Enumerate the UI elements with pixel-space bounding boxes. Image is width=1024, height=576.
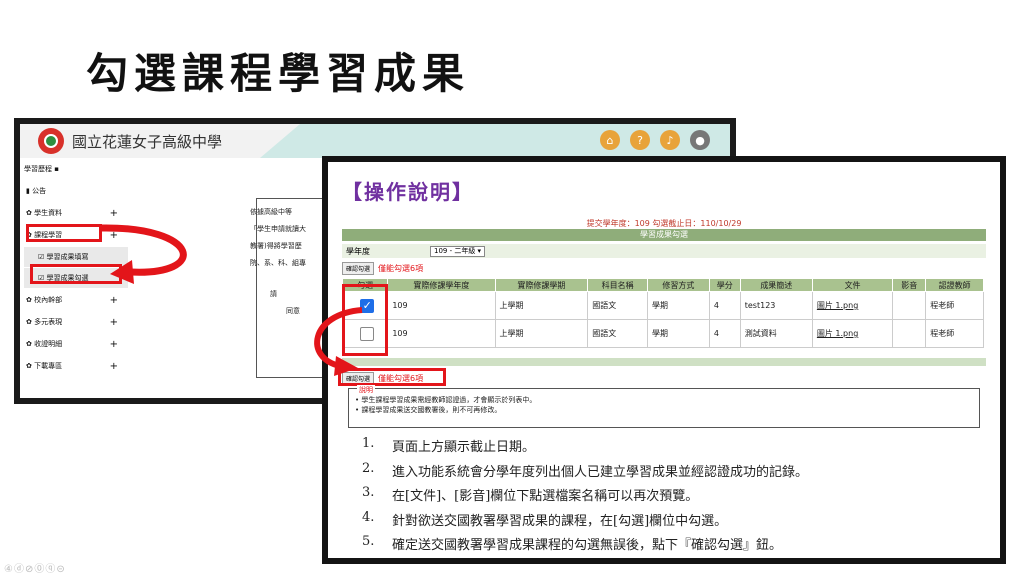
year-select[interactable]: 109 - 二年級 ▾ xyxy=(430,245,486,257)
confirm-row-top: 確認勾選 僅能勾選6項 xyxy=(342,262,423,275)
user-icon[interactable]: ● xyxy=(690,130,710,150)
steps-list: 1. 頁面上方顯示截止日期。 2. 進入功能系統會分學年度列出個人已建立學習成果並經… xyxy=(362,436,808,559)
help-icon[interactable]: ? xyxy=(630,130,650,150)
col-header: 實際修課學年度 xyxy=(387,278,496,292)
site-header: 國立花蓮女子高級中學 ⌂ ? ♪ ● xyxy=(20,124,730,158)
col-header: 學分 xyxy=(708,278,741,292)
curved-arrow-icon xyxy=(99,224,187,284)
notes-label: 說明 xyxy=(357,385,375,395)
sound-icon[interactable]: ♪ xyxy=(660,130,680,150)
table-row: ✓ 109 上學期 國語文 學期 4 test123 圖片 1.png 程老師 xyxy=(341,291,984,320)
front-screenshot: 【操作說明】 提交學年度：109 勾選截止日：110/10/29 學習成果勾選 … xyxy=(322,156,1006,564)
operation-title: 【操作說明】 xyxy=(342,180,474,204)
table-footer-band xyxy=(342,358,986,366)
note-item: • 學生課程學習成果需經教師認證過，才會顯示於列表中。 xyxy=(355,396,537,404)
limit-text: 僅能勾選6項 xyxy=(378,264,424,273)
table-header-row: 勾選 實際修課學年度 實際修課學期 科目名稱 修習方式 學分 成果簡述 文件 影… xyxy=(341,278,984,292)
home-icon[interactable]: ⌂ xyxy=(600,130,620,150)
sidebar-item-downloads[interactable]: ✿ 下載專區 + xyxy=(20,355,132,377)
col-header: 認證教師 xyxy=(925,278,984,292)
slide-nav-controls[interactable]: ④ⓓ⊘⓪ⓠ⊝ xyxy=(4,560,66,575)
table-caption: 學習成果勾選 xyxy=(342,229,986,241)
sidebar-item-certificates[interactable]: ✿ 收證明細 + xyxy=(20,333,132,355)
slide-title: 勾選課程學習成果 xyxy=(86,49,471,98)
file-link[interactable]: 圖片 1.png xyxy=(811,291,894,320)
file-link[interactable]: 圖片 1.png xyxy=(811,319,894,348)
step-item: 4. 針對欲送交國教署學習成果的課程，在[勾選]欄位中勾選。 xyxy=(362,509,728,529)
sidebar-item-announcement[interactable]: ▮ 公告 xyxy=(20,180,132,202)
school-logo xyxy=(38,128,64,154)
confirm-select-button[interactable]: 確認勾選 xyxy=(342,262,375,275)
sidebar-item-diverse-performance[interactable]: ✿ 多元表現 + xyxy=(20,311,132,333)
col-header: 科目名稱 xyxy=(587,278,649,292)
table-row: 109 上學期 國語文 學期 4 測試資料 圖片 1.png 程老師 xyxy=(341,319,984,348)
deadline-text: 提交學年度：109 勾選截止日：110/10/29 xyxy=(586,219,742,228)
col-header: 成果簡述 xyxy=(739,278,813,292)
col-header: 影音 xyxy=(892,278,927,292)
col-header: 文件 xyxy=(811,278,894,292)
notes-box: 說明 • 學生課程學習成果需經教師認證過，才會顯示於列表中。 • 課程學習成果送… xyxy=(348,385,980,428)
step-item: 3. 在[文件]、[影音]欄位下點選檔案名稱可以再次預覽。 xyxy=(362,485,699,504)
year-label: 學年度 xyxy=(346,246,370,256)
col-header: 修習方式 xyxy=(647,278,710,292)
note-item: • 課程學習成果送交國教署後，則不可再修改。 xyxy=(355,406,502,414)
step-item: 2. 進入功能系統會分學年度列出個人已建立學習成果並經認證成功的記錄。 xyxy=(362,460,809,480)
curved-arrow-icon xyxy=(314,307,363,376)
step-item: 1. 頁面上方顯示截止日期。 xyxy=(362,436,536,455)
col-header: 實際修課學期 xyxy=(494,278,589,292)
sidebar-title: 學習歷程 ▪ xyxy=(24,165,59,173)
school-name: 國立花蓮女子高級中學 xyxy=(72,132,223,151)
step-item: 5. 確定送交國教署學習成果課程的勾選無誤後，點下『確認勾選』鈕。 xyxy=(362,534,783,553)
results-table: 勾選 實際修課學年度 實際修課學期 科目名稱 修習方式 學分 成果簡述 文件 影… xyxy=(341,278,984,348)
year-row: 學年度 109 - 二年級 ▾ xyxy=(342,244,986,258)
